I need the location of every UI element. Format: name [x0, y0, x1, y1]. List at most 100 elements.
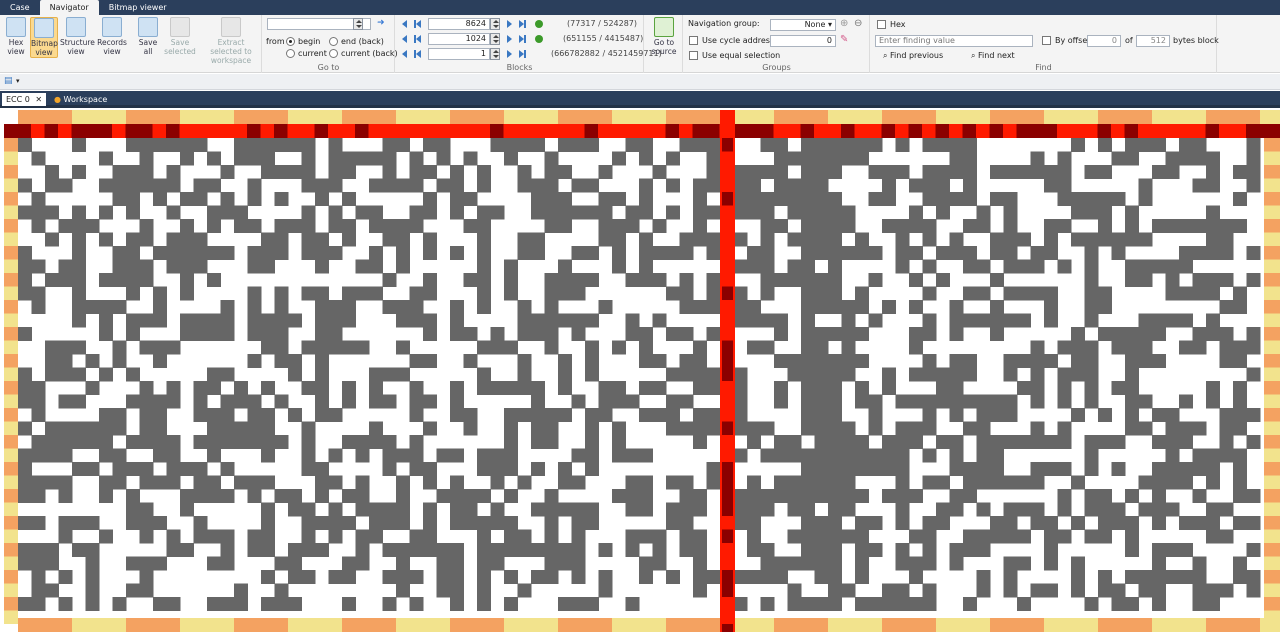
bit-cell	[1030, 394, 1045, 409]
records-view-button[interactable]: Records view	[96, 17, 128, 56]
bitmap-view-button[interactable]: Bitmap view	[30, 17, 58, 58]
first-block-icon[interactable]	[413, 19, 423, 29]
use-cycle-address-checkbox[interactable]	[689, 36, 698, 45]
bit-cell	[774, 151, 788, 166]
radio-end-back[interactable]	[329, 37, 338, 46]
last-block-icon[interactable]	[517, 34, 527, 44]
bit-cell	[909, 219, 923, 233]
goto-go-icon[interactable]: ➜	[377, 18, 385, 28]
by-offset-checkbox[interactable]	[1042, 36, 1051, 45]
bit-cell	[1098, 489, 1112, 503]
bit-cell	[1003, 529, 1018, 544]
radio-begin[interactable]	[286, 37, 295, 46]
bit-cell	[1165, 313, 1180, 328]
close-icon[interactable]: ✕	[35, 95, 42, 104]
first-block-icon[interactable]	[413, 34, 423, 44]
save-all-button[interactable]: Save all	[134, 17, 162, 56]
use-equal-selection-checkbox[interactable]	[689, 51, 698, 60]
bit-cell	[1030, 354, 1045, 368]
bitmap-canvas[interactable]	[4, 110, 1280, 632]
extract-selected-button[interactable]: Extract selected to workspace	[202, 17, 260, 65]
cycle-address-input[interactable]: 0	[770, 35, 836, 47]
bit-cell	[1111, 327, 1126, 341]
bit-cell	[99, 529, 113, 544]
quick-toolbar-dropdown-icon[interactable]: ▾	[16, 77, 20, 85]
bit-cell	[1206, 529, 1220, 544]
goto-spin[interactable]	[353, 18, 363, 30]
hex-checkbox[interactable]	[877, 20, 886, 29]
blocks-input-2[interactable]: 1024	[428, 33, 490, 45]
next-block-icon[interactable]	[504, 34, 514, 44]
bit-cell	[396, 516, 410, 530]
bug-icon[interactable]	[534, 19, 544, 29]
bit-cell	[1098, 219, 1112, 233]
bit-cell	[1030, 367, 1045, 382]
tab-case[interactable]: Case	[0, 0, 40, 15]
bit-cell	[382, 232, 397, 247]
next-block-icon[interactable]	[504, 49, 514, 59]
bit-cell	[99, 475, 113, 490]
bug-icon[interactable]	[534, 34, 544, 44]
find-next-button[interactable]: ⌕ Find next	[971, 51, 1015, 61]
save-selected-button[interactable]: Save selected	[164, 17, 196, 56]
bit-cell	[153, 340, 167, 355]
bit-cell	[477, 489, 491, 503]
block-size-input[interactable]: 512	[1136, 35, 1170, 47]
bit-cell	[936, 516, 950, 530]
bit-cell	[949, 354, 964, 368]
bit-cell	[355, 259, 370, 274]
blocks-input-3[interactable]: 1	[428, 48, 490, 60]
next-block-icon[interactable]	[504, 19, 514, 29]
tab-navigator[interactable]: Navigator	[39, 0, 99, 15]
prev-block-icon[interactable]	[400, 34, 410, 44]
blocks-input-1[interactable]: 8624	[428, 18, 490, 30]
bit-cell	[112, 462, 127, 476]
find-previous-button[interactable]: ⌕ Find previous	[883, 51, 943, 61]
blocks-spin-1[interactable]	[490, 18, 500, 30]
bit-cell	[1084, 286, 1099, 301]
doc-tab-workspace[interactable]: ● Workspace	[50, 93, 111, 106]
doc-tab-ecc[interactable]: ECC 0 ✕	[2, 93, 47, 106]
prev-block-icon[interactable]	[400, 49, 410, 59]
bit-cell	[558, 273, 572, 287]
bit-cell	[193, 259, 208, 274]
add-group-icon[interactable]: ⊕	[840, 18, 848, 29]
eraser-icon[interactable]: ✎	[840, 34, 848, 45]
right-stripe-segment	[1264, 178, 1280, 192]
bit-cell	[814, 529, 829, 544]
prev-block-icon[interactable]	[400, 19, 410, 29]
blocks-spin-2[interactable]	[490, 33, 500, 45]
last-block-icon[interactable]	[517, 19, 527, 29]
bit-cell	[1152, 327, 1166, 341]
hex-view-button[interactable]: Hex view	[2, 17, 30, 56]
tab-bitmap-viewer[interactable]: Bitmap viewer	[99, 0, 177, 15]
remove-group-icon[interactable]: ⊖	[854, 18, 862, 29]
bit-cell	[544, 327, 559, 341]
left-stripe-segment	[4, 448, 18, 462]
navigation-group-select[interactable]: None ▾	[770, 19, 836, 31]
bit-cell	[1206, 502, 1220, 517]
go-to-source-button[interactable]: Go to source	[649, 17, 679, 56]
bit-cell	[220, 327, 235, 341]
blocks-spin-3[interactable]	[490, 48, 500, 60]
bit-cell	[1206, 381, 1220, 395]
last-block-icon[interactable]	[517, 49, 527, 59]
bit-cell	[261, 408, 275, 422]
quick-toolbar-icon[interactable]: ▤	[4, 76, 13, 86]
bit-cell	[1071, 205, 1085, 220]
bit-cell	[706, 475, 721, 490]
bit-cell	[247, 259, 262, 274]
radio-current-back[interactable]	[329, 49, 338, 58]
marker-row	[4, 124, 1280, 138]
structure-view-button[interactable]: Structure view	[60, 17, 95, 56]
find-value-input[interactable]: Enter finding value	[875, 35, 1033, 47]
bit-cell	[220, 367, 235, 382]
bit-cell	[153, 313, 167, 328]
bit-cell	[531, 232, 545, 247]
offset-input[interactable]: 0	[1087, 35, 1121, 47]
bit-cell	[261, 313, 275, 328]
radio-current[interactable]	[286, 49, 295, 58]
bit-cell	[639, 556, 653, 571]
bit-cell	[504, 529, 518, 544]
first-block-icon[interactable]	[413, 49, 423, 59]
